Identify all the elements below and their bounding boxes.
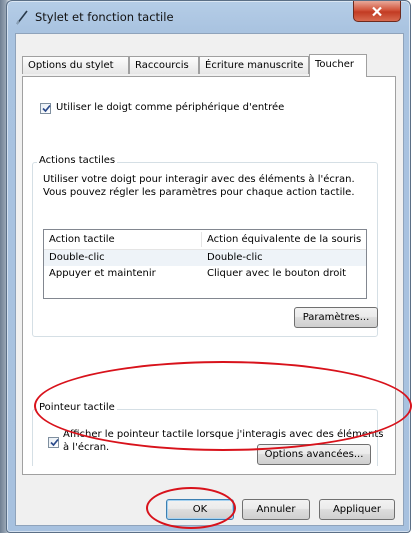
touch-actions-title: Actions tactiles (37, 155, 118, 166)
show-touch-pointer-label-1: Afficher le pointeur tactile lorsque j'i… (63, 429, 384, 440)
list-header: Action tactile Action équivalente de la … (44, 230, 366, 250)
close-icon (372, 6, 382, 16)
title-bar[interactable]: Stylet et fonction tactile (7, 1, 410, 33)
tab-touch[interactable]: Toucher (309, 54, 367, 77)
touch-pointer-title: Pointeur tactile (37, 402, 117, 413)
dialog-client-area: Options du stylet Raccourcis Écriture ma… (15, 33, 404, 526)
touch-actions-description-2: Vous pouvez régler les paramètres pour c… (43, 187, 355, 198)
row-action: Double-clic (49, 252, 105, 263)
window-title: Stylet et fonction tactile (35, 10, 174, 24)
show-touch-pointer-checkbox[interactable] (48, 437, 59, 448)
checkmark-icon (50, 438, 59, 447)
advanced-options-button[interactable]: Options avancées... (257, 444, 371, 465)
column-header-mouse-action[interactable]: Action équivalente de la souris (202, 230, 366, 249)
row-mouse-action: Double-clic (207, 252, 263, 263)
row-action: Appuyer et maintenir (49, 268, 156, 279)
use-finger-checkbox[interactable] (40, 103, 51, 114)
cancel-button[interactable]: Annuler (242, 499, 310, 520)
pen-icon (16, 10, 28, 25)
touch-tab-panel: Utiliser le doigt comme périphérique d'e… (22, 76, 396, 475)
close-button[interactable] (353, 1, 401, 22)
table-row[interactable]: Double-clic Double-clic (44, 250, 366, 266)
touch-actions-list: Action tactile Action équivalente de la … (43, 229, 367, 299)
row-mouse-action: Cliquer avec le bouton droit (207, 268, 347, 279)
settings-button[interactable]: Paramètres... (294, 307, 378, 328)
checkmark-icon (42, 104, 51, 113)
tab-shortcuts[interactable]: Raccourcis (129, 56, 199, 74)
use-finger-label: Utiliser le doigt comme périphérique d'e… (56, 102, 285, 113)
touch-actions-description-1: Utiliser votre doigt pour interagir avec… (43, 174, 355, 185)
show-touch-pointer-label-2: à l'écran. (63, 442, 110, 453)
apply-button[interactable]: Appliquer (319, 499, 395, 520)
ok-button[interactable]: OK (166, 499, 234, 520)
tab-handwriting[interactable]: Écriture manuscrite (199, 56, 309, 74)
table-row[interactable]: Appuyer et maintenir Cliquer avec le bou… (44, 266, 366, 282)
dialog-window: Stylet et fonction tactile Options du st… (6, 0, 411, 533)
tab-pen-options[interactable]: Options du stylet (22, 56, 129, 74)
column-header-action[interactable]: Action tactile (44, 230, 201, 249)
